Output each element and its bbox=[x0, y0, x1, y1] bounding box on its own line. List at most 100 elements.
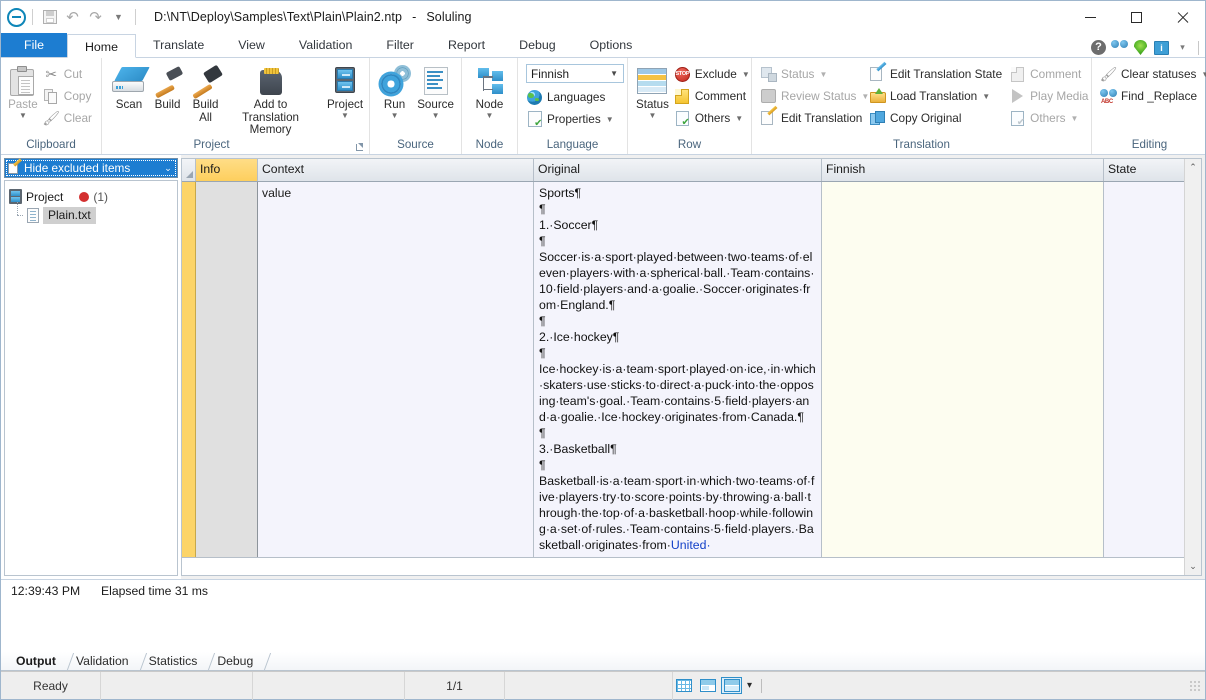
review-status-button[interactable]: Review Status ▼ bbox=[758, 85, 869, 107]
clear-button[interactable]: 🖌 Clear bbox=[41, 107, 96, 129]
undo-icon[interactable]: ↶ bbox=[62, 7, 83, 27]
source-button[interactable]: Source ▼ bbox=[415, 62, 456, 120]
translation-comment-button[interactable]: Comment bbox=[1007, 63, 1092, 85]
run-button[interactable]: Run ▼ bbox=[375, 62, 414, 120]
resize-grip[interactable] bbox=[1188, 678, 1202, 693]
chevron-down-icon[interactable]: ▼ bbox=[610, 69, 623, 78]
app-menu-button[interactable] bbox=[7, 7, 26, 27]
properties-button[interactable]: Properties ▼ bbox=[524, 108, 618, 130]
properties-caret-icon[interactable]: ▼ bbox=[606, 115, 614, 124]
qat-more-icon[interactable]: ▼ bbox=[108, 7, 129, 27]
column-header-finnish[interactable]: Finnish bbox=[822, 159, 1104, 181]
output-tab-statistics[interactable]: Statistics bbox=[140, 653, 207, 670]
tab-home[interactable]: Home bbox=[66, 34, 137, 58]
paste-button[interactable]: Paste ▼ bbox=[6, 62, 40, 120]
copy-button[interactable]: Copy bbox=[41, 85, 96, 107]
globe-icon[interactable] bbox=[1132, 39, 1149, 56]
output-tab-output[interactable]: Output bbox=[7, 653, 65, 670]
column-header-original[interactable]: Original bbox=[534, 159, 822, 181]
help-more-icon[interactable]: ▾ bbox=[1174, 39, 1191, 56]
project-caret-icon[interactable]: ▼ bbox=[341, 111, 349, 120]
view-mode-stacked-button[interactable] bbox=[721, 677, 742, 694]
copy-original-button[interactable]: Copy Original bbox=[867, 107, 1006, 129]
filter-chevron-down-icon[interactable]: ⌄ bbox=[159, 163, 177, 174]
cell-finnish[interactable] bbox=[822, 182, 1104, 557]
tab-validation[interactable]: Validation bbox=[282, 33, 370, 57]
project-button[interactable]: Project ▼ bbox=[325, 62, 365, 120]
row-others-button[interactable]: Others ▼ bbox=[672, 107, 754, 129]
translation-others-button[interactable]: Others ▼ bbox=[1007, 107, 1092, 129]
exclude-caret-icon[interactable]: ▼ bbox=[742, 70, 750, 79]
maximize-button[interactable] bbox=[1113, 1, 1159, 33]
node-button[interactable]: Node ▼ bbox=[467, 62, 512, 120]
cell-original[interactable]: Sports¶ ¶ 1.·Soccer¶ ¶ Soccer·is·a·sport… bbox=[534, 182, 822, 557]
clear-statuses-button[interactable]: 🖌 Clear statuses ▼ bbox=[1098, 63, 1206, 85]
source-caret-icon[interactable]: ▼ bbox=[432, 111, 440, 120]
save-icon[interactable] bbox=[39, 7, 60, 27]
hide-excluded-items-filter[interactable]: Hide excluded items ⌄ bbox=[4, 157, 178, 178]
cell-info[interactable] bbox=[196, 182, 258, 557]
column-header-info[interactable]: Info bbox=[196, 159, 258, 181]
project-node-dialog-launcher-icon[interactable] bbox=[356, 143, 365, 152]
view-mode-caret-icon[interactable]: ▾ bbox=[745, 680, 754, 691]
tab-filter[interactable]: Filter bbox=[369, 33, 431, 57]
tab-translate[interactable]: Translate bbox=[136, 33, 221, 57]
binoculars-icon[interactable] bbox=[1111, 39, 1128, 56]
view-mode-grid-button[interactable] bbox=[673, 677, 694, 694]
language-combobox[interactable]: Finnish ▼ bbox=[526, 64, 624, 83]
cell-state[interactable] bbox=[1104, 182, 1184, 557]
run-caret-icon[interactable]: ▼ bbox=[391, 111, 399, 120]
tab-debug[interactable]: Debug bbox=[502, 33, 573, 57]
table-row[interactable]: value Sports¶ ¶ 1.·Soccer¶ ¶ Soccer·is·a… bbox=[182, 182, 1184, 557]
translation-status-button[interactable]: Status ▼ bbox=[758, 63, 866, 85]
column-header-state[interactable]: State bbox=[1104, 159, 1184, 181]
find-replace-button[interactable]: ABC Find _Replace ▼ bbox=[1098, 85, 1206, 107]
tree-node-project[interactable]: Project (1) bbox=[9, 187, 173, 206]
tab-view[interactable]: View bbox=[221, 33, 282, 57]
tab-file[interactable]: File bbox=[1, 33, 67, 57]
minimize-button[interactable] bbox=[1067, 1, 1113, 33]
monitor-info-icon[interactable] bbox=[1153, 39, 1170, 56]
output-tab-debug[interactable]: Debug bbox=[208, 653, 262, 670]
translation-status-caret-icon[interactable]: ▼ bbox=[819, 70, 827, 79]
grid-select-all-corner[interactable] bbox=[182, 159, 196, 181]
node-label: Node bbox=[475, 98, 504, 111]
load-translation-button[interactable]: Load Translation ▼ bbox=[867, 85, 1006, 107]
cut-button[interactable]: ✂ Cut bbox=[41, 63, 96, 85]
add-to-translation-memory-button[interactable]: Add to Translation Memory bbox=[225, 62, 316, 137]
column-header-context[interactable]: Context bbox=[258, 159, 534, 181]
original-line: Sports¶ bbox=[539, 186, 582, 200]
row-status-button[interactable]: Status ▼ bbox=[634, 62, 671, 120]
redo-icon[interactable]: ↷ bbox=[85, 7, 106, 27]
build-button[interactable]: Build bbox=[149, 62, 186, 112]
node-caret-icon[interactable]: ▼ bbox=[486, 111, 494, 120]
tab-report[interactable]: Report bbox=[431, 33, 502, 57]
tab-options[interactable]: Options bbox=[573, 33, 650, 57]
paste-caret-icon[interactable]: ▼ bbox=[19, 111, 27, 120]
clear-statuses-caret-icon[interactable]: ▼ bbox=[1201, 70, 1206, 79]
close-button[interactable] bbox=[1159, 1, 1205, 33]
cell-context[interactable]: value bbox=[258, 182, 534, 557]
languages-button[interactable]: Languages bbox=[524, 86, 609, 108]
project-tree[interactable]: Project (1) Plain.txt bbox=[4, 180, 178, 576]
build-all-button[interactable]: Build All bbox=[187, 62, 224, 124]
output-tab-validation[interactable]: Validation bbox=[67, 653, 138, 670]
row-status-caret-icon[interactable]: ▼ bbox=[648, 111, 656, 120]
grid-vertical-scrollbar[interactable]: ⌃ ⌄ bbox=[1184, 159, 1201, 575]
row-comment-button[interactable]: Comment bbox=[672, 85, 754, 107]
scroll-up-button[interactable]: ⌃ bbox=[1185, 159, 1202, 176]
exclude-button[interactable]: STOP Exclude ▼ bbox=[672, 63, 754, 85]
scan-button[interactable]: Scan bbox=[110, 62, 150, 112]
scroll-down-button[interactable]: ⌄ bbox=[1185, 558, 1202, 575]
play-media-button[interactable]: Play Media bbox=[1007, 85, 1092, 107]
edit-translation-button[interactable]: Edit Translation bbox=[758, 105, 866, 129]
row-selector-cell[interactable] bbox=[182, 182, 196, 557]
view-mode-split-button[interactable] bbox=[697, 677, 718, 694]
row-others-caret-icon[interactable]: ▼ bbox=[735, 114, 743, 123]
load-translation-caret-icon[interactable]: ▼ bbox=[982, 92, 990, 101]
translation-others-caret-icon[interactable]: ▼ bbox=[1071, 114, 1079, 123]
tree-node-file[interactable]: Plain.txt bbox=[9, 202, 173, 225]
help-icon[interactable]: ? bbox=[1090, 39, 1107, 56]
project-node-label: Project bbox=[26, 189, 64, 204]
edit-translation-state-button[interactable]: Edit Translation State bbox=[867, 61, 1006, 85]
